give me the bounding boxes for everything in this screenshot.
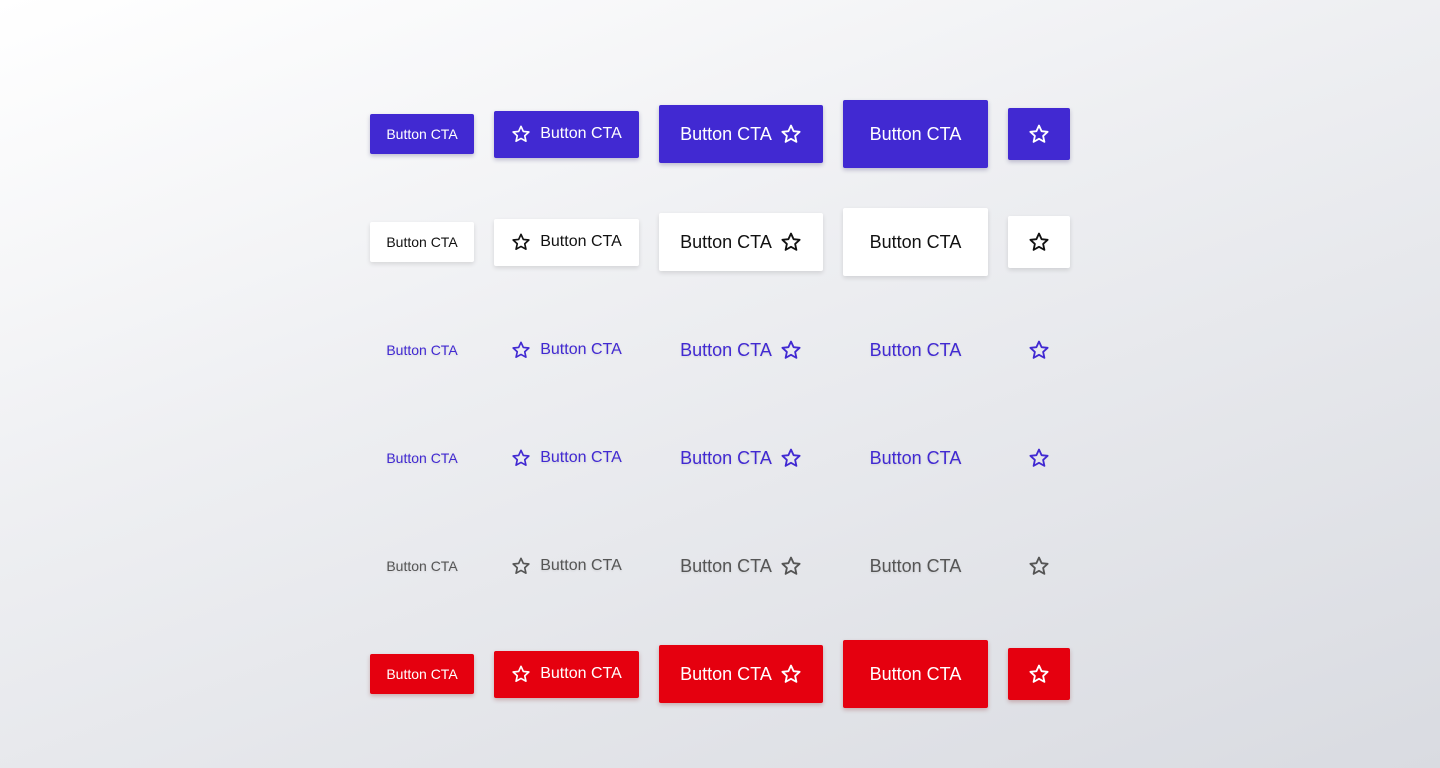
button-label: Button CTA <box>540 449 622 466</box>
star-icon <box>1028 123 1050 145</box>
danger-button-icon-right[interactable]: Button CTA <box>659 645 823 703</box>
ghost-button-small[interactable]: Button CTA <box>370 330 474 370</box>
ghost-alt-button-icon-right[interactable]: Button CTA <box>659 429 823 487</box>
primary-button-icon-right[interactable]: Button CTA <box>659 105 823 163</box>
primary-button-small[interactable]: Button CTA <box>370 114 474 154</box>
ghost-alt-button-large[interactable]: Button CTA <box>843 424 988 492</box>
primary-button-icon-left[interactable]: Button CTA <box>494 110 639 158</box>
star-icon <box>511 124 531 144</box>
star-icon <box>780 339 802 361</box>
primary-icon-button[interactable] <box>1008 108 1070 160</box>
ghost-button-icon-right[interactable]: Button CTA <box>659 321 823 379</box>
ghost-alt-button-icon-left[interactable]: Button CTA <box>494 435 639 482</box>
star-icon <box>1028 231 1050 253</box>
star-icon <box>1028 447 1050 469</box>
danger-icon-button[interactable] <box>1008 648 1070 700</box>
ghost-alt-icon-button[interactable] <box>1008 432 1070 484</box>
neutral-button-icon-left[interactable]: Button CTA <box>494 543 639 590</box>
danger-button-large[interactable]: Button CTA <box>843 640 988 708</box>
star-icon <box>780 663 802 685</box>
button-label: Button CTA <box>540 125 622 142</box>
neutral-button-small[interactable]: Button CTA <box>370 546 474 586</box>
button-label: Button CTA <box>869 663 962 684</box>
button-label: Button CTA <box>540 557 622 574</box>
button-label: Button CTA <box>680 123 772 144</box>
ghost-icon-button[interactable] <box>1008 324 1070 376</box>
ghost-button-large[interactable]: Button CTA <box>843 316 988 384</box>
button-label: Button CTA <box>540 341 622 358</box>
button-label: Button CTA <box>680 447 772 468</box>
star-icon <box>511 340 531 360</box>
ghost-alt-button-small[interactable]: Button CTA <box>370 438 474 478</box>
star-icon <box>780 447 802 469</box>
secondary-button-small[interactable]: Button CTA <box>370 222 474 262</box>
star-icon <box>1028 663 1050 685</box>
button-label: Button CTA <box>680 231 772 252</box>
star-icon <box>780 231 802 253</box>
star-icon <box>780 123 802 145</box>
button-label: Button CTA <box>680 555 772 576</box>
button-label: Button CTA <box>386 126 458 142</box>
star-icon <box>511 664 531 684</box>
star-icon <box>780 555 802 577</box>
star-icon <box>1028 555 1050 577</box>
neutral-button-icon-right[interactable]: Button CTA <box>659 537 823 595</box>
button-showcase-page: { "button_label": "Button CTA", "icon": … <box>0 0 1440 768</box>
button-label: Button CTA <box>680 663 772 684</box>
star-icon <box>511 556 531 576</box>
star-icon <box>1028 339 1050 361</box>
button-label: Button CTA <box>386 450 458 466</box>
button-label: Button CTA <box>540 233 622 250</box>
primary-button-large[interactable]: Button CTA <box>843 100 988 168</box>
button-label: Button CTA <box>869 339 962 360</box>
button-label: Button CTA <box>869 123 962 144</box>
secondary-icon-button[interactable] <box>1008 216 1070 268</box>
button-label: Button CTA <box>869 231 962 252</box>
neutral-button-large[interactable]: Button CTA <box>843 532 988 600</box>
neutral-icon-button[interactable] <box>1008 540 1070 592</box>
star-icon <box>511 448 531 468</box>
button-label: Button CTA <box>540 665 622 682</box>
secondary-button-icon-right[interactable]: Button CTA <box>659 213 823 271</box>
button-label: Button CTA <box>386 342 458 358</box>
secondary-button-icon-left[interactable]: Button CTA <box>494 218 639 266</box>
ghost-button-icon-left[interactable]: Button CTA <box>494 327 639 374</box>
button-label: Button CTA <box>386 234 458 250</box>
danger-button-icon-left[interactable]: Button CTA <box>494 650 639 698</box>
star-icon <box>511 232 531 252</box>
button-label: Button CTA <box>386 558 458 574</box>
danger-button-small[interactable]: Button CTA <box>370 654 474 694</box>
button-label: Button CTA <box>869 555 962 576</box>
secondary-button-large[interactable]: Button CTA <box>843 208 988 276</box>
button-label: Button CTA <box>386 666 458 682</box>
button-label: Button CTA <box>869 447 962 468</box>
button-label: Button CTA <box>680 339 772 360</box>
